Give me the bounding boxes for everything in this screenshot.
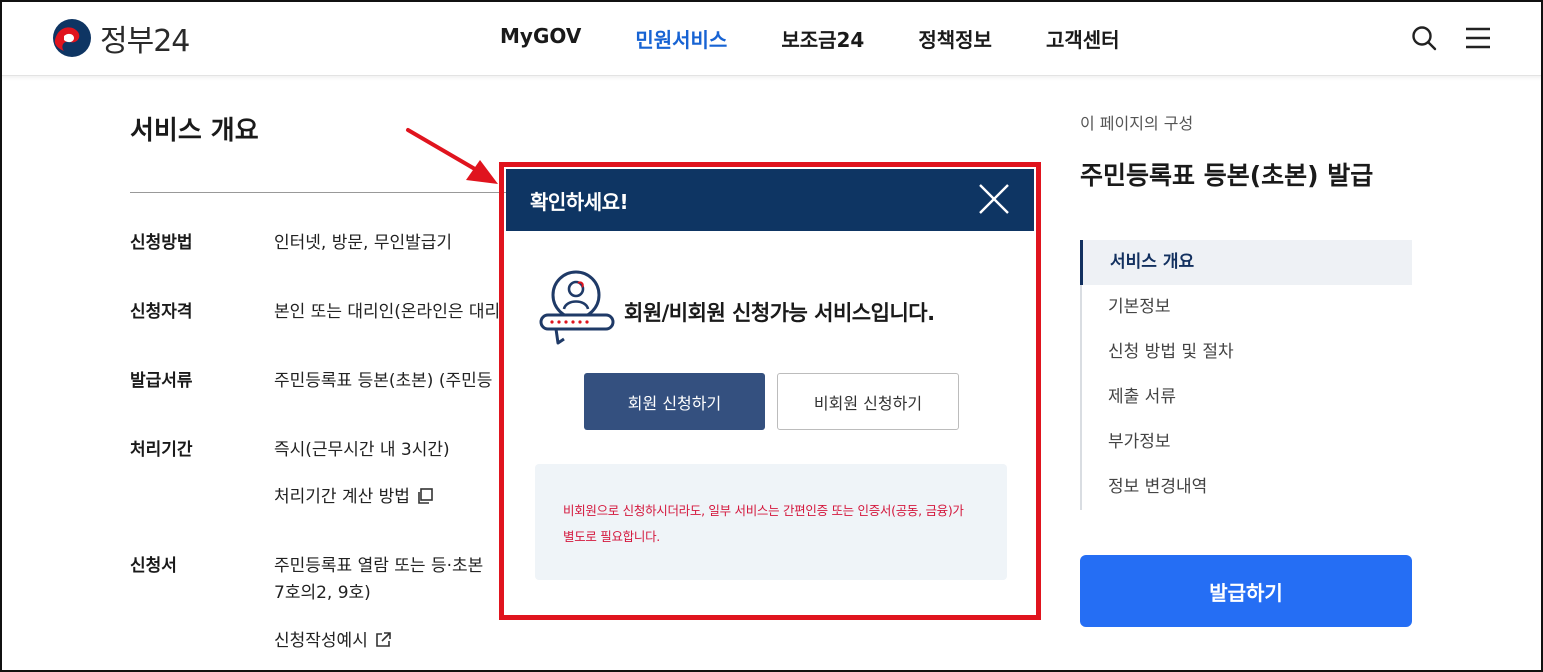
guest-apply-button[interactable]: 비회원 신청하기 xyxy=(777,373,959,430)
toc-title: 주민등록표 등본(초본) 발급 xyxy=(1080,161,1374,190)
logo-text: 정부24 xyxy=(100,24,190,59)
modal-header: 확인하세요! xyxy=(506,169,1034,231)
toc-item-documents[interactable]: 제출 서류 xyxy=(1082,375,1412,420)
toc-list: 서비스 개요 기본정보 신청 방법 및 절차 제출 서류 부가정보 정보 변경내… xyxy=(1080,240,1412,510)
toc-item-basic-info[interactable]: 기본정보 xyxy=(1082,285,1412,330)
processing-time-calc-link[interactable]: 처리기간 계산 방법 xyxy=(274,482,434,507)
search-icon[interactable] xyxy=(1410,24,1438,52)
processing-time-calc-label: 처리기간 계산 방법 xyxy=(274,487,410,507)
main-nav: MyGOV 민원서비스 보조금24 정책정보 고객센터 xyxy=(500,24,1174,53)
section-title: 서비스 개요 xyxy=(130,116,259,146)
copy-icon xyxy=(418,488,433,504)
nav-subsidy24[interactable]: 보조금24 xyxy=(781,24,864,53)
value-application-form-cont: 7호의2, 9호) xyxy=(274,583,371,603)
toc-item-procedure[interactable]: 신청 방법 및 절차 xyxy=(1082,330,1412,375)
nav-policy-info[interactable]: 정책정보 xyxy=(918,24,992,53)
close-icon[interactable] xyxy=(976,181,1012,217)
label-eligibility: 신청자격 xyxy=(130,302,193,322)
toc-item-overview[interactable]: 서비스 개요 xyxy=(1080,240,1412,285)
label-processing-time: 처리기간 xyxy=(130,440,193,460)
red-arrow-annotation-icon xyxy=(406,128,498,184)
value-eligibility: 본인 또는 대리인(온라인은 대리 xyxy=(274,302,501,322)
notice-box: 비회원으로 신청하시더라도, 일부 서비스는 간편인증 또는 인증서(공동, 금… xyxy=(535,464,1007,580)
logo[interactable]: 정부24 xyxy=(52,16,190,60)
value-processing-time: 즉시(근무시간 내 3시간) xyxy=(274,440,450,460)
taegeuk-logo-icon xyxy=(53,19,91,57)
issue-button[interactable]: 발급하기 xyxy=(1080,555,1412,627)
nav-customer-center[interactable]: 고객센터 xyxy=(1046,24,1120,53)
toc-item-change-history[interactable]: 정보 변경내역 xyxy=(1082,465,1412,510)
value-documents: 주민등록표 등본(초본) (주민등 xyxy=(274,371,493,391)
application-example-link[interactable]: 신청작성예시 xyxy=(274,626,392,651)
confirm-modal: 확인하세요! 회원/비회원 신청가능 서비스입니다. 회원 신청하기 비회원 신… xyxy=(506,169,1034,613)
toc-caption: 이 페이지의 구성 xyxy=(1080,114,1194,133)
label-documents: 발급서류 xyxy=(130,371,193,391)
value-application-form: 주민등록표 열람 또는 등·초본 xyxy=(274,556,484,576)
nav-civil-service[interactable]: 민원서비스 xyxy=(635,24,727,53)
toc-item-additional-info[interactable]: 부가정보 xyxy=(1082,420,1412,465)
label-application-form: 신청서 xyxy=(130,556,177,576)
notice-line-1: 비회원으로 신청하시더라도, 일부 서비스는 간편인증 또는 인증서(공동, 금… xyxy=(563,503,964,518)
value-apply-method: 인터넷, 방문, 무인발급기 xyxy=(274,233,453,253)
label-apply-method: 신청방법 xyxy=(130,233,193,253)
application-example-label: 신청작성예시 xyxy=(274,631,368,651)
modal-title: 확인하세요! xyxy=(530,190,629,214)
member-login-icon xyxy=(539,270,615,345)
nav-mygov[interactable]: MyGOV xyxy=(500,24,581,53)
site-header: 정부24 MyGOV 민원서비스 보조금24 정책정보 고객센터 xyxy=(0,0,1543,76)
notice-line-2: 별도로 필요합니다. xyxy=(563,529,660,544)
hamburger-menu-icon[interactable] xyxy=(1464,24,1492,52)
external-link-icon xyxy=(376,632,391,647)
modal-message: 회원/비회원 신청가능 서비스입니다. xyxy=(624,301,935,325)
member-apply-button[interactable]: 회원 신청하기 xyxy=(584,373,765,430)
